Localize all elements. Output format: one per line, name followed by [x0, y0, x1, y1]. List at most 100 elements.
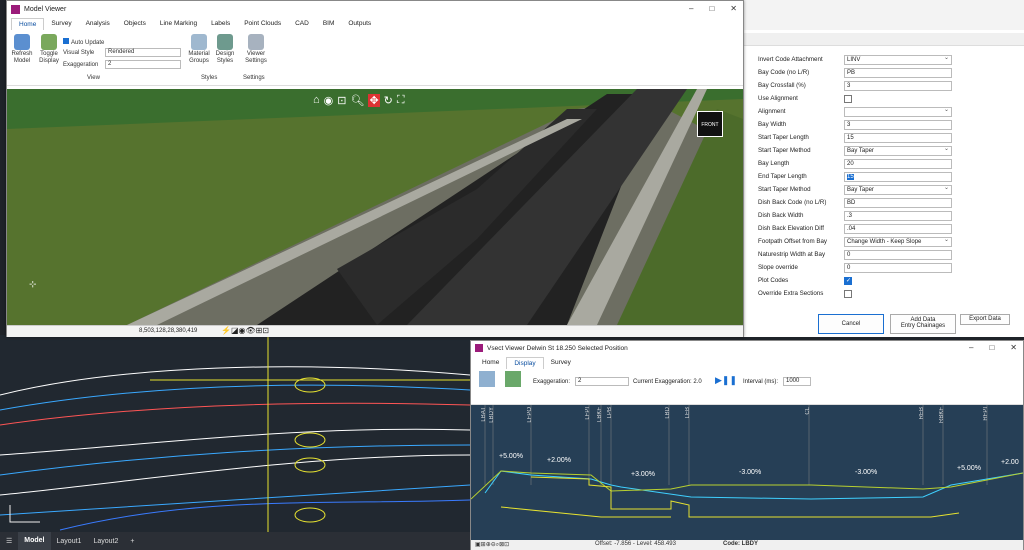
- zoom-extents-icon[interactable]: ⛶: [397, 94, 405, 107]
- visual-style-select[interactable]: Rendered: [105, 48, 181, 57]
- exaggeration-label: Exaggeration: [63, 62, 99, 68]
- tab-survey[interactable]: Survey: [44, 18, 78, 30]
- property-value[interactable]: Bay Taper: [844, 145, 952, 156]
- orbit-icon[interactable]: ◉: [324, 94, 334, 107]
- property-label: Dish Back Elevation Diff: [758, 225, 824, 232]
- auto-update-checkbox[interactable]: Auto Update: [63, 38, 104, 47]
- property-row: Start Taper Method Bay Taper: [758, 183, 958, 196]
- tab-survey[interactable]: Survey: [544, 357, 578, 369]
- property-value[interactable]: 0: [844, 262, 952, 273]
- interval-label: Interval (ms):: [743, 379, 779, 385]
- code-readout: Code: LBDY: [723, 541, 758, 547]
- tab-line-marking[interactable]: Line Marking: [153, 18, 204, 30]
- property-label: Naturestrip Width at Bay: [758, 251, 826, 258]
- rotate-icon[interactable]: ↻: [384, 94, 393, 107]
- tab-home[interactable]: Home: [11, 18, 45, 30]
- exaggeration-select[interactable]: 2: [105, 60, 181, 69]
- material-groups-button[interactable]: Material Groups: [187, 34, 211, 65]
- property-value[interactable]: BD: [844, 197, 952, 208]
- tab-layout2[interactable]: Layout2: [87, 538, 124, 545]
- property-checkbox[interactable]: [844, 276, 852, 285]
- axis-triad-icon: ⊹: [29, 279, 37, 289]
- play-icon[interactable]: ▶❚❚: [715, 375, 737, 386]
- interval-input[interactable]: 1000: [783, 377, 811, 386]
- code-label: LPB: [607, 407, 613, 419]
- toggle-display-button[interactable]: Toggle Display: [37, 34, 61, 65]
- cancel-button[interactable]: Cancel: [818, 314, 884, 334]
- tab-bim[interactable]: BIM: [316, 18, 342, 30]
- property-value[interactable]: .3: [844, 210, 952, 221]
- property-row: Bay Code (no L/R) PB: [758, 66, 958, 79]
- cad-drawing-area[interactable]: [0, 335, 471, 550]
- property-value[interactable]: 3: [844, 119, 952, 130]
- exaggeration-select[interactable]: 2: [575, 377, 629, 386]
- property-value[interactable]: LINV: [844, 54, 952, 65]
- tab-display[interactable]: Display: [506, 357, 544, 369]
- tab-point-clouds[interactable]: Point Clouds: [237, 18, 288, 30]
- view-cube[interactable]: FRONT: [697, 111, 723, 137]
- properties-toolbar: [744, 0, 1024, 30]
- app-logo-icon: [11, 4, 20, 14]
- property-row: Override Extra Sections: [758, 287, 958, 300]
- property-value[interactable]: .04: [844, 223, 952, 234]
- export-data-button[interactable]: Export Data: [960, 314, 1010, 325]
- property-value[interactable]: 15: [844, 132, 952, 143]
- tab-objects[interactable]: Objects: [117, 18, 153, 30]
- maximize-icon[interactable]: □: [989, 343, 994, 352]
- property-value[interactable]: 20: [844, 158, 952, 169]
- vsect-statusbar: ▣⊞⊕⊖⌕⊠⊡ Offset: -7.856 - Level: 458.493 …: [471, 540, 1023, 550]
- property-value[interactable]: 15: [844, 171, 952, 182]
- property-label: Dish Back Width: [758, 212, 804, 219]
- model-viewer-statusbar: 8,503,128,28,380,419 ⚡◪◉👁︎⊞⊡: [7, 325, 743, 337]
- cad-layout-tabs: ☰ Model Layout1 Layout2 +: [0, 532, 470, 550]
- code-label: LFPI: [585, 407, 591, 420]
- home-view-icon[interactable]: ⌂: [313, 94, 320, 107]
- property-value[interactable]: Bay Taper: [844, 184, 952, 195]
- property-label: Start Taper Length: [758, 134, 809, 141]
- minimize-icon[interactable]: –: [689, 4, 693, 13]
- property-value[interactable]: 3: [844, 80, 952, 91]
- property-checkbox[interactable]: [844, 289, 852, 298]
- tab-layout1[interactable]: Layout1: [51, 538, 88, 545]
- vsect-tabs: Home Display Survey: [475, 357, 578, 369]
- viewer-settings-button[interactable]: Viewer Settings: [243, 34, 269, 65]
- close-icon[interactable]: ✕: [1010, 343, 1017, 352]
- property-label: Footpath Offset from Bay: [758, 238, 828, 245]
- property-checkbox[interactable]: [844, 94, 852, 103]
- vsect-status-icons[interactable]: ▣⊞⊕⊖⌕⊠⊡: [475, 541, 509, 549]
- tab-analysis[interactable]: Analysis: [79, 18, 117, 30]
- maximize-icon[interactable]: □: [709, 4, 714, 13]
- section-icon[interactable]: [479, 371, 495, 387]
- vsect-plot[interactable]: LBAT LBDY LFPO LFPI LBKF LPB LBD LEB CL REB RBKF RF…: [471, 405, 1023, 541]
- property-value[interactable]: Change Width - Keep Slope: [844, 236, 952, 247]
- 3d-scene-viewport[interactable]: ⌂ ◉ ⊡ 🔍︎ ✥ ↻ ⛶ FRONT ⊹: [7, 89, 743, 325]
- pan-icon[interactable]: ✥: [368, 94, 380, 107]
- property-value[interactable]: [844, 106, 952, 117]
- tab-labels[interactable]: Labels: [204, 18, 237, 30]
- add-data-entry-chainages-button[interactable]: Add Data Entry Chainages: [890, 314, 956, 334]
- status-tools-icon[interactable]: ⚡◪◉👁︎⊞⊡: [221, 326, 269, 335]
- zoom-icon[interactable]: 🔍︎: [350, 94, 364, 107]
- code-label: LFPO: [527, 407, 533, 423]
- app-logo-icon: [475, 344, 483, 352]
- minimize-icon[interactable]: –: [969, 343, 973, 352]
- add-layout-icon[interactable]: +: [124, 538, 140, 545]
- refresh-model-button[interactable]: Refresh Model: [11, 34, 33, 65]
- property-label: Start Taper Method: [758, 186, 811, 193]
- property-row: Start Taper Method Bay Taper: [758, 144, 958, 157]
- vsect-titlebar: Vsect Viewer Delwin St 18.250 Selected P…: [471, 341, 1023, 355]
- tab-model[interactable]: Model: [18, 532, 51, 550]
- code-label: LBAT: [481, 407, 487, 422]
- add-section-icon[interactable]: [505, 371, 521, 387]
- tab-outputs[interactable]: Outputs: [341, 18, 378, 30]
- zoom-window-icon[interactable]: ⊡: [337, 94, 346, 107]
- menu-icon[interactable]: ☰: [0, 537, 18, 545]
- property-row: Alignment: [758, 105, 958, 118]
- property-value[interactable]: PB: [844, 67, 952, 78]
- close-icon[interactable]: ✕: [730, 4, 737, 13]
- tab-cad[interactable]: CAD: [288, 18, 316, 30]
- tab-home[interactable]: Home: [475, 357, 506, 369]
- property-value[interactable]: 0: [844, 249, 952, 260]
- property-label: Plot Codes: [758, 277, 789, 284]
- design-styles-button[interactable]: Design Styles: [213, 34, 237, 65]
